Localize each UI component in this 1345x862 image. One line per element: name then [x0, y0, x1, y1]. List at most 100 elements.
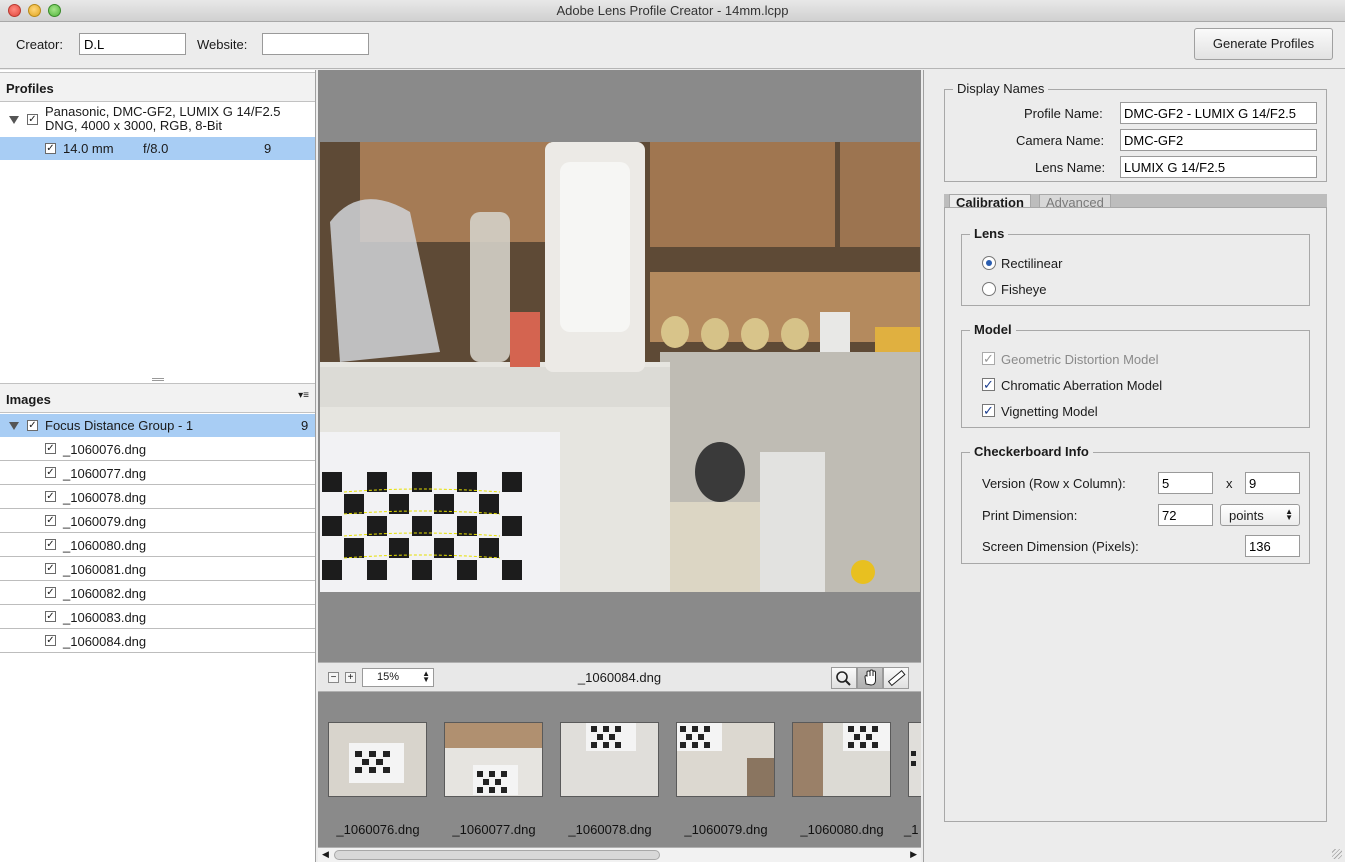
thumbnail-label: _1060079.dng: [684, 822, 768, 837]
image-row[interactable]: ✓ _1060080.dng: [0, 533, 315, 557]
filmstrip: _1060076.dng _1060077.dng _1060078.dng _…: [318, 697, 921, 847]
creator-input[interactable]: [79, 33, 186, 55]
image-checkbox[interactable]: ✓: [45, 587, 56, 598]
thumbnail-label: _1060077.dng: [452, 822, 536, 837]
stepper-arrows-icon: ▲ ▼: [1285, 507, 1293, 522]
thumbnail-label: _1060076.dng: [336, 822, 420, 837]
image-row[interactable]: ✓ _1060078.dng: [0, 485, 315, 509]
rows-input[interactable]: [1158, 472, 1213, 494]
rectilinear-radio[interactable]: [982, 256, 996, 270]
calibration-pane: Lens Rectilinear Fisheye Model ✓ Geometr…: [944, 207, 1327, 822]
camera-checkbox[interactable]: ✓: [27, 114, 38, 125]
image-filename: _1060081.dng: [63, 562, 147, 577]
website-label: Website:: [197, 37, 248, 52]
print-dimension-label: Print Dimension:: [982, 508, 1078, 523]
image-row[interactable]: ✓ _1060082.dng: [0, 581, 315, 605]
camera-name-input[interactable]: [1120, 129, 1317, 151]
camera-profile-row[interactable]: ✓ Panasonic, DMC-GF2, LUMIX G 14/F2.5 DN…: [0, 104, 315, 136]
window-resize-grip[interactable]: [1332, 849, 1342, 859]
model-group-title: Model: [970, 322, 1016, 337]
print-unit-select[interactable]: points ▲ ▼: [1220, 504, 1300, 526]
zoom-tool-button[interactable]: [831, 667, 857, 689]
image-row[interactable]: ✓ _1060083.dng: [0, 605, 315, 629]
geometric-distortion-label: Geometric Distortion Model: [1001, 352, 1159, 367]
profile-checkbox[interactable]: ✓: [45, 143, 56, 154]
image-filename: _1060082.dng: [63, 586, 147, 601]
image-filename: _1060083.dng: [63, 610, 147, 625]
thumbnail[interactable]: [328, 722, 427, 797]
columns-input[interactable]: [1245, 472, 1300, 494]
fisheye-radio[interactable]: [982, 282, 996, 296]
camera-format-text: DNG, 4000 x 3000, RGB, 8-Bit: [45, 118, 223, 133]
vignetting-checkbox[interactable]: ✓: [982, 404, 995, 417]
images-menu-icon[interactable]: ▾≡: [298, 390, 309, 401]
image-row[interactable]: ✓ _1060081.dng: [0, 557, 315, 581]
disclosure-triangle-icon[interactable]: [9, 116, 19, 124]
image-row[interactable]: ✓ _1060079.dng: [0, 509, 315, 533]
lens-group-title: Lens: [970, 226, 1009, 241]
creator-label: Creator:: [16, 37, 63, 52]
profile-aperture: f/8.0: [143, 141, 169, 156]
version-label: Version (Row x Column):: [982, 476, 1126, 491]
top-toolbar: Creator: Website: Generate Profiles: [0, 22, 1345, 69]
image-checkbox[interactable]: ✓: [45, 611, 56, 622]
thumbnail[interactable]: [792, 722, 891, 797]
website-input[interactable]: [262, 33, 369, 55]
image-checkbox[interactable]: ✓: [45, 539, 56, 550]
generate-profiles-button[interactable]: Generate Profiles: [1194, 28, 1333, 60]
print-dimension-input[interactable]: [1158, 504, 1213, 526]
group-label: Focus Distance Group - 1: [45, 418, 194, 433]
screen-dimension-label: Screen Dimension (Pixels):: [982, 539, 1139, 554]
chromatic-aberration-checkbox[interactable]: ✓: [982, 378, 995, 391]
screen-dimension-input[interactable]: [1245, 535, 1300, 557]
profile-row-selected[interactable]: ✓ 14.0 mm f/8.0 9: [0, 137, 315, 160]
magnifier-icon: [836, 671, 851, 686]
thumbnail[interactable]: [560, 722, 659, 797]
image-checkbox[interactable]: ✓: [45, 515, 56, 526]
disclosure-triangle-icon[interactable]: [9, 422, 19, 430]
panel-splitter[interactable]: [152, 378, 164, 381]
image-row[interactable]: ✓ _1060077.dng: [0, 461, 315, 485]
hand-tool-button[interactable]: [857, 667, 883, 689]
thumbnail-label: _1: [904, 822, 919, 837]
images-header: Images ▾≡: [0, 383, 315, 413]
image-filename: _1060077.dng: [63, 466, 147, 481]
focus-group-row[interactable]: ✓ Focus Distance Group - 1 9: [0, 414, 315, 437]
image-checkbox[interactable]: ✓: [45, 443, 56, 454]
measure-tool-button[interactable]: [883, 667, 909, 689]
scroll-left-icon[interactable]: ◀: [322, 849, 329, 860]
filmstrip-scrollbar[interactable]: ◀ ▶: [318, 847, 921, 862]
thumbnail[interactable]: [676, 722, 775, 797]
profile-image-count: 9: [264, 141, 272, 156]
image-row[interactable]: ✓ _1060076.dng: [0, 437, 315, 461]
chromatic-aberration-label: Chromatic Aberration Model: [1001, 378, 1163, 393]
scroll-right-icon[interactable]: ▶: [910, 849, 917, 860]
group-checkbox[interactable]: ✓: [27, 420, 38, 431]
image-checkbox[interactable]: ✓: [45, 467, 56, 478]
left-panel: Profiles ✓ Panasonic, DMC-GF2, LUMIX G 1…: [0, 70, 316, 862]
photo-rendering: [320, 142, 920, 592]
profile-name-label: Profile Name:: [1024, 106, 1103, 121]
image-filename: _1060080.dng: [63, 538, 147, 553]
profile-name-input[interactable]: [1120, 102, 1317, 124]
title-bar: Adobe Lens Profile Creator - 14mm.lcpp: [0, 0, 1345, 22]
image-filename: _1060079.dng: [63, 514, 147, 529]
image-checkbox[interactable]: ✓: [45, 635, 56, 646]
image-row[interactable]: ✓ _1060084.dng: [0, 629, 315, 653]
calibration-photo[interactable]: [320, 142, 920, 592]
scroll-thumb[interactable]: [334, 850, 660, 860]
lens-name-input[interactable]: [1120, 156, 1317, 178]
thumbnail[interactable]: [908, 722, 921, 797]
camera-name-label: Camera Name:: [1016, 133, 1105, 148]
image-checkbox[interactable]: ✓: [45, 491, 56, 502]
image-checkbox[interactable]: ✓: [45, 563, 56, 574]
thumbnail-label: _1060078.dng: [568, 822, 652, 837]
print-unit-value: points: [1229, 508, 1264, 523]
fisheye-label: Fisheye: [1001, 282, 1047, 297]
group-count: 9: [301, 418, 309, 433]
profiles-header: Profiles: [0, 72, 315, 102]
camera-name-text: Panasonic, DMC-GF2, LUMIX G 14/F2.5: [45, 104, 281, 119]
rectilinear-label: Rectilinear: [1001, 256, 1063, 271]
thumbnail[interactable]: [444, 722, 543, 797]
vignetting-label: Vignetting Model: [1001, 404, 1098, 419]
